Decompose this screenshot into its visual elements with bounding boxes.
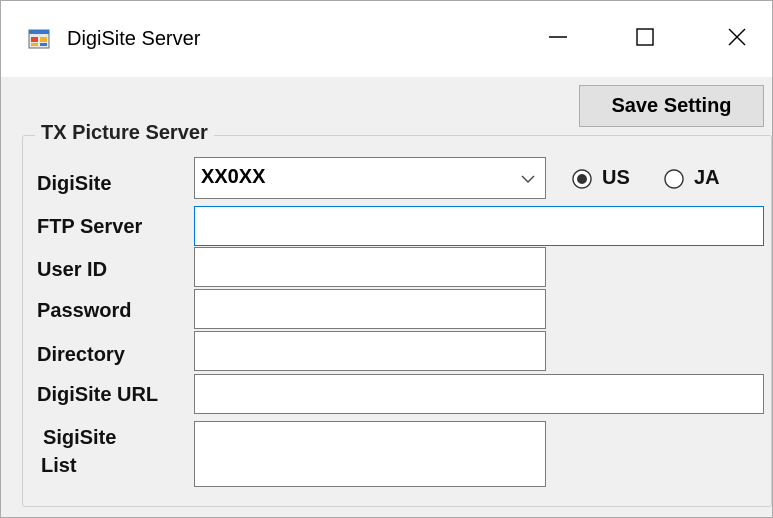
digisite-combobox[interactable]: XX0XX	[194, 157, 546, 199]
radio-ja-label: JA	[694, 167, 720, 189]
ftp-server-label: FTP Server	[37, 216, 143, 238]
sigisite-list-label-line2: List	[41, 455, 77, 477]
password-input[interactable]	[194, 289, 546, 329]
ftp-server-input[interactable]	[194, 206, 764, 246]
radio-us[interactable]: US	[572, 167, 630, 190]
radio-us-label: US	[602, 167, 630, 189]
close-button[interactable]	[707, 1, 767, 77]
close-icon	[727, 27, 747, 52]
title-bar[interactable]: DigiSite Server	[1, 1, 772, 77]
digisite-url-input[interactable]	[194, 374, 764, 414]
directory-label: Directory	[37, 344, 125, 366]
radio-ja[interactable]: JA	[664, 167, 720, 190]
directory-input[interactable]	[194, 331, 546, 371]
user-id-label: User ID	[37, 259, 108, 281]
minimize-button[interactable]	[528, 1, 588, 77]
digisite-selected-value: XX0XX	[201, 166, 266, 188]
radio-unselected-icon	[664, 168, 684, 189]
client-area: Save Setting TX Picture Server DigiSite …	[1, 77, 772, 517]
maximize-button[interactable]	[615, 1, 675, 77]
radio-selected-icon	[572, 168, 592, 189]
chevron-down-icon[interactable]	[519, 170, 537, 188]
digisite-label: DigiSite	[37, 173, 112, 195]
app-form-icon	[28, 28, 50, 50]
app-window: DigiSite Server Save Setting TX Picture …	[0, 0, 773, 518]
group-title: TX Picture Server	[35, 120, 214, 146]
password-label: Password	[37, 300, 132, 322]
window-title: DigiSite Server	[67, 28, 201, 50]
save-setting-button[interactable]: Save Setting	[579, 85, 764, 127]
sigisite-list-textarea[interactable]	[194, 421, 546, 487]
maximize-icon	[635, 27, 655, 52]
user-id-input[interactable]	[194, 247, 546, 287]
sigisite-list-label-line1: SigiSite	[43, 427, 117, 449]
minimize-icon	[548, 27, 568, 52]
digisite-url-label: DigiSite URL	[37, 384, 159, 406]
